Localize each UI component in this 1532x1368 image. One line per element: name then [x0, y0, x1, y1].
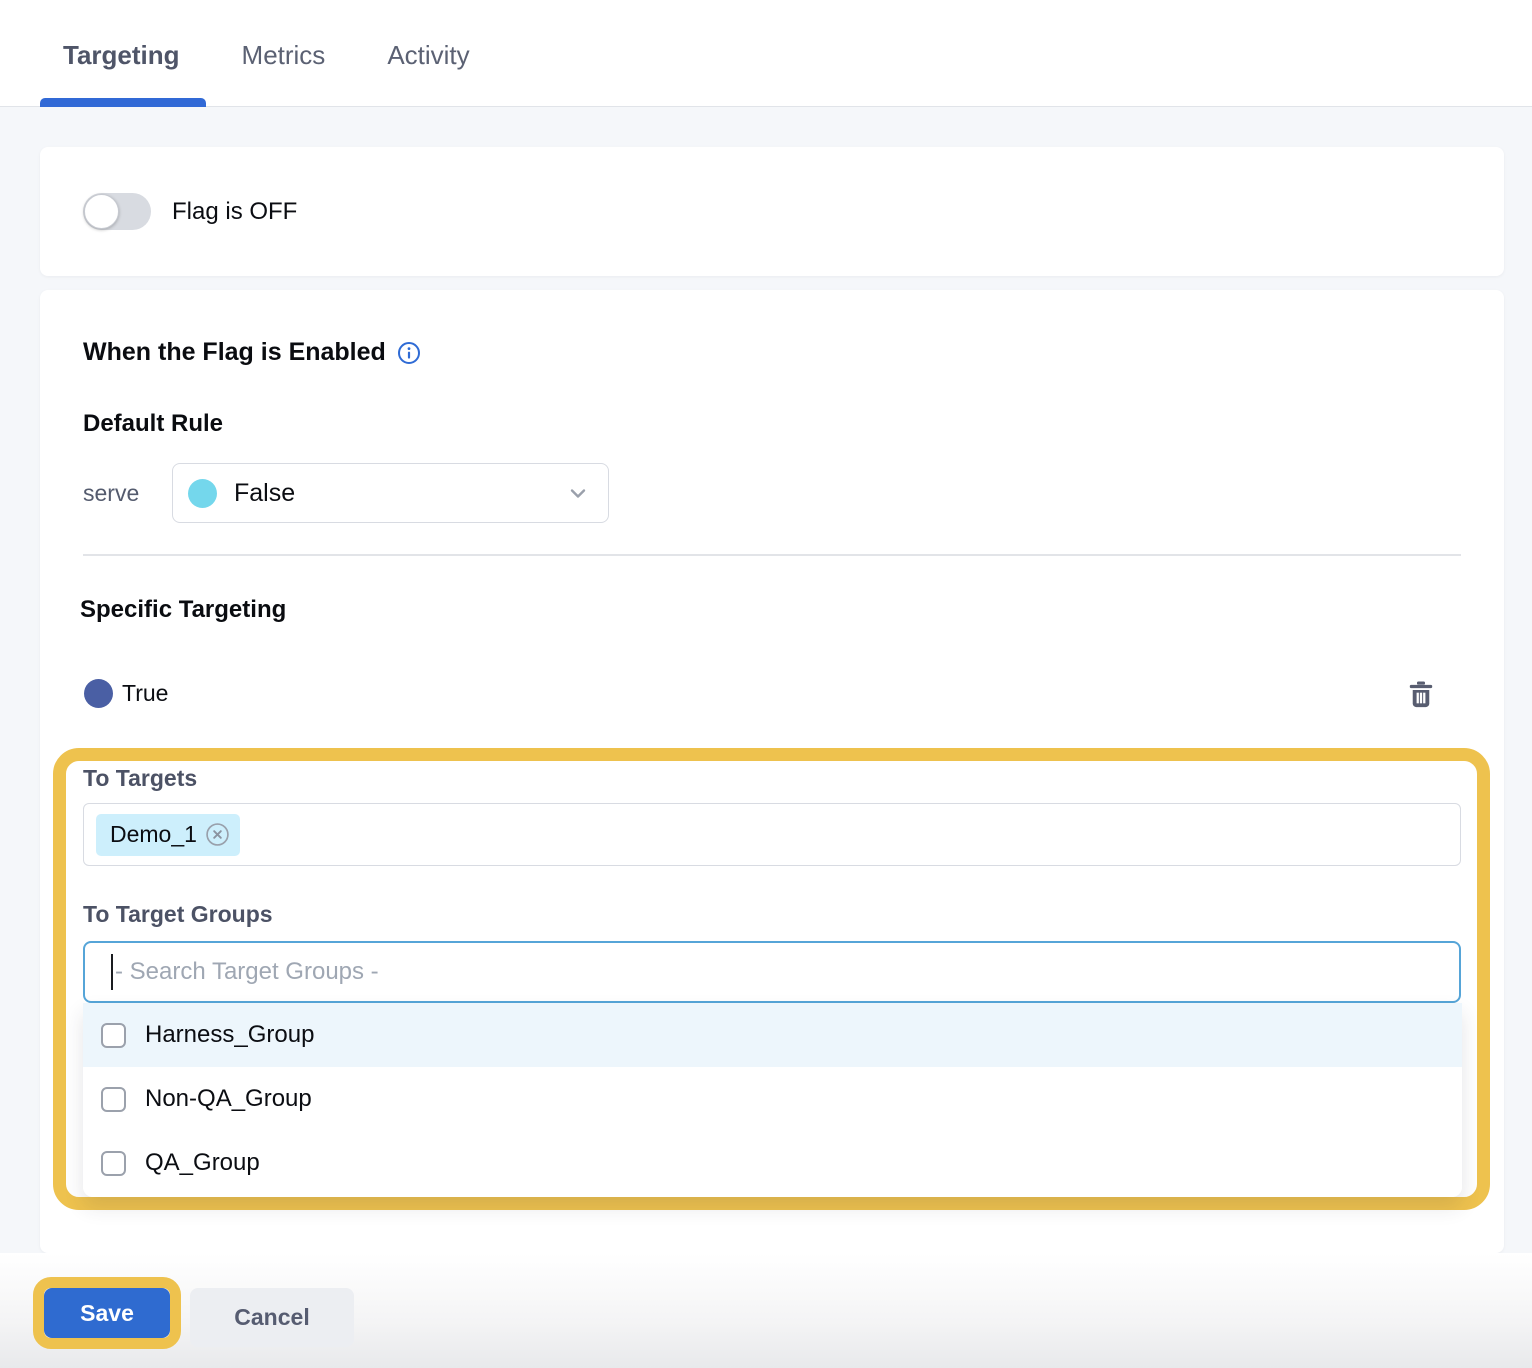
- true-variation-dot: [84, 679, 113, 708]
- flag-toggle[interactable]: [83, 193, 151, 230]
- tab-activity[interactable]: Activity: [387, 40, 469, 71]
- cancel-button[interactable]: Cancel: [190, 1288, 354, 1347]
- default-rule-heading: Default Rule: [83, 410, 223, 438]
- checkbox-qa-group[interactable]: [101, 1151, 126, 1176]
- tab-bar: Targeting Metrics Activity: [0, 0, 1532, 107]
- group-option-label: Non-QA_Group: [145, 1085, 312, 1113]
- selected-variation-value: False: [234, 479, 566, 508]
- footer-bar: Save Cancel: [0, 1253, 1532, 1368]
- tab-metrics[interactable]: Metrics: [242, 40, 326, 71]
- checkbox-non-qa-group[interactable]: [101, 1087, 126, 1112]
- text-cursor: [111, 954, 113, 990]
- target-chip: Demo_1: [96, 814, 240, 856]
- chip-remove-icon[interactable]: [205, 822, 230, 847]
- group-option-non-qa[interactable]: Non-QA_Group: [83, 1067, 1462, 1131]
- trash-icon[interactable]: [1405, 678, 1437, 710]
- target-groups-dropdown: Harness_Group Non-QA_Group QA_Group: [83, 1003, 1462, 1197]
- group-option-label: QA_Group: [145, 1149, 260, 1177]
- target-chip-label: Demo_1: [110, 821, 197, 848]
- search-placeholder: - Search Target Groups -: [115, 958, 379, 986]
- save-button[interactable]: Save: [44, 1288, 170, 1338]
- targeting-card: When the Flag is Enabled Default Rule se…: [40, 290, 1504, 1253]
- section-title: When the Flag is Enabled: [83, 338, 421, 367]
- save-highlight-ring: Save: [33, 1277, 181, 1349]
- checkbox-harness-group[interactable]: [101, 1023, 126, 1048]
- to-targets-input[interactable]: Demo_1: [83, 803, 1461, 866]
- flag-status-label: Flag is OFF: [172, 198, 297, 226]
- section-divider: [83, 554, 1461, 556]
- to-target-groups-label: To Target Groups: [83, 901, 273, 928]
- to-targets-label: To Targets: [83, 765, 197, 792]
- chevron-down-icon: [566, 481, 590, 505]
- targeting-highlight-box: To Targets Demo_1 To Target Groups - Sea…: [53, 748, 1490, 1210]
- active-tab-indicator: [40, 98, 206, 107]
- tab-targeting[interactable]: Targeting: [63, 40, 180, 71]
- specific-targeting-heading: Specific Targeting: [80, 596, 286, 624]
- serve-label: serve: [83, 480, 172, 507]
- group-option-label: Harness_Group: [145, 1021, 314, 1049]
- group-option-harness[interactable]: Harness_Group: [83, 1003, 1462, 1067]
- true-variation-name: True: [122, 680, 168, 707]
- default-variation-select[interactable]: False: [172, 463, 609, 523]
- flag-status-card: Flag is OFF: [40, 147, 1504, 276]
- section-title-text: When the Flag is Enabled: [83, 338, 386, 367]
- variation-color-dot: [188, 479, 217, 508]
- group-option-qa[interactable]: QA_Group: [83, 1131, 1462, 1195]
- info-icon[interactable]: [397, 341, 421, 365]
- target-groups-search-input[interactable]: - Search Target Groups -: [83, 941, 1461, 1003]
- flag-toggle-knob: [84, 194, 119, 229]
